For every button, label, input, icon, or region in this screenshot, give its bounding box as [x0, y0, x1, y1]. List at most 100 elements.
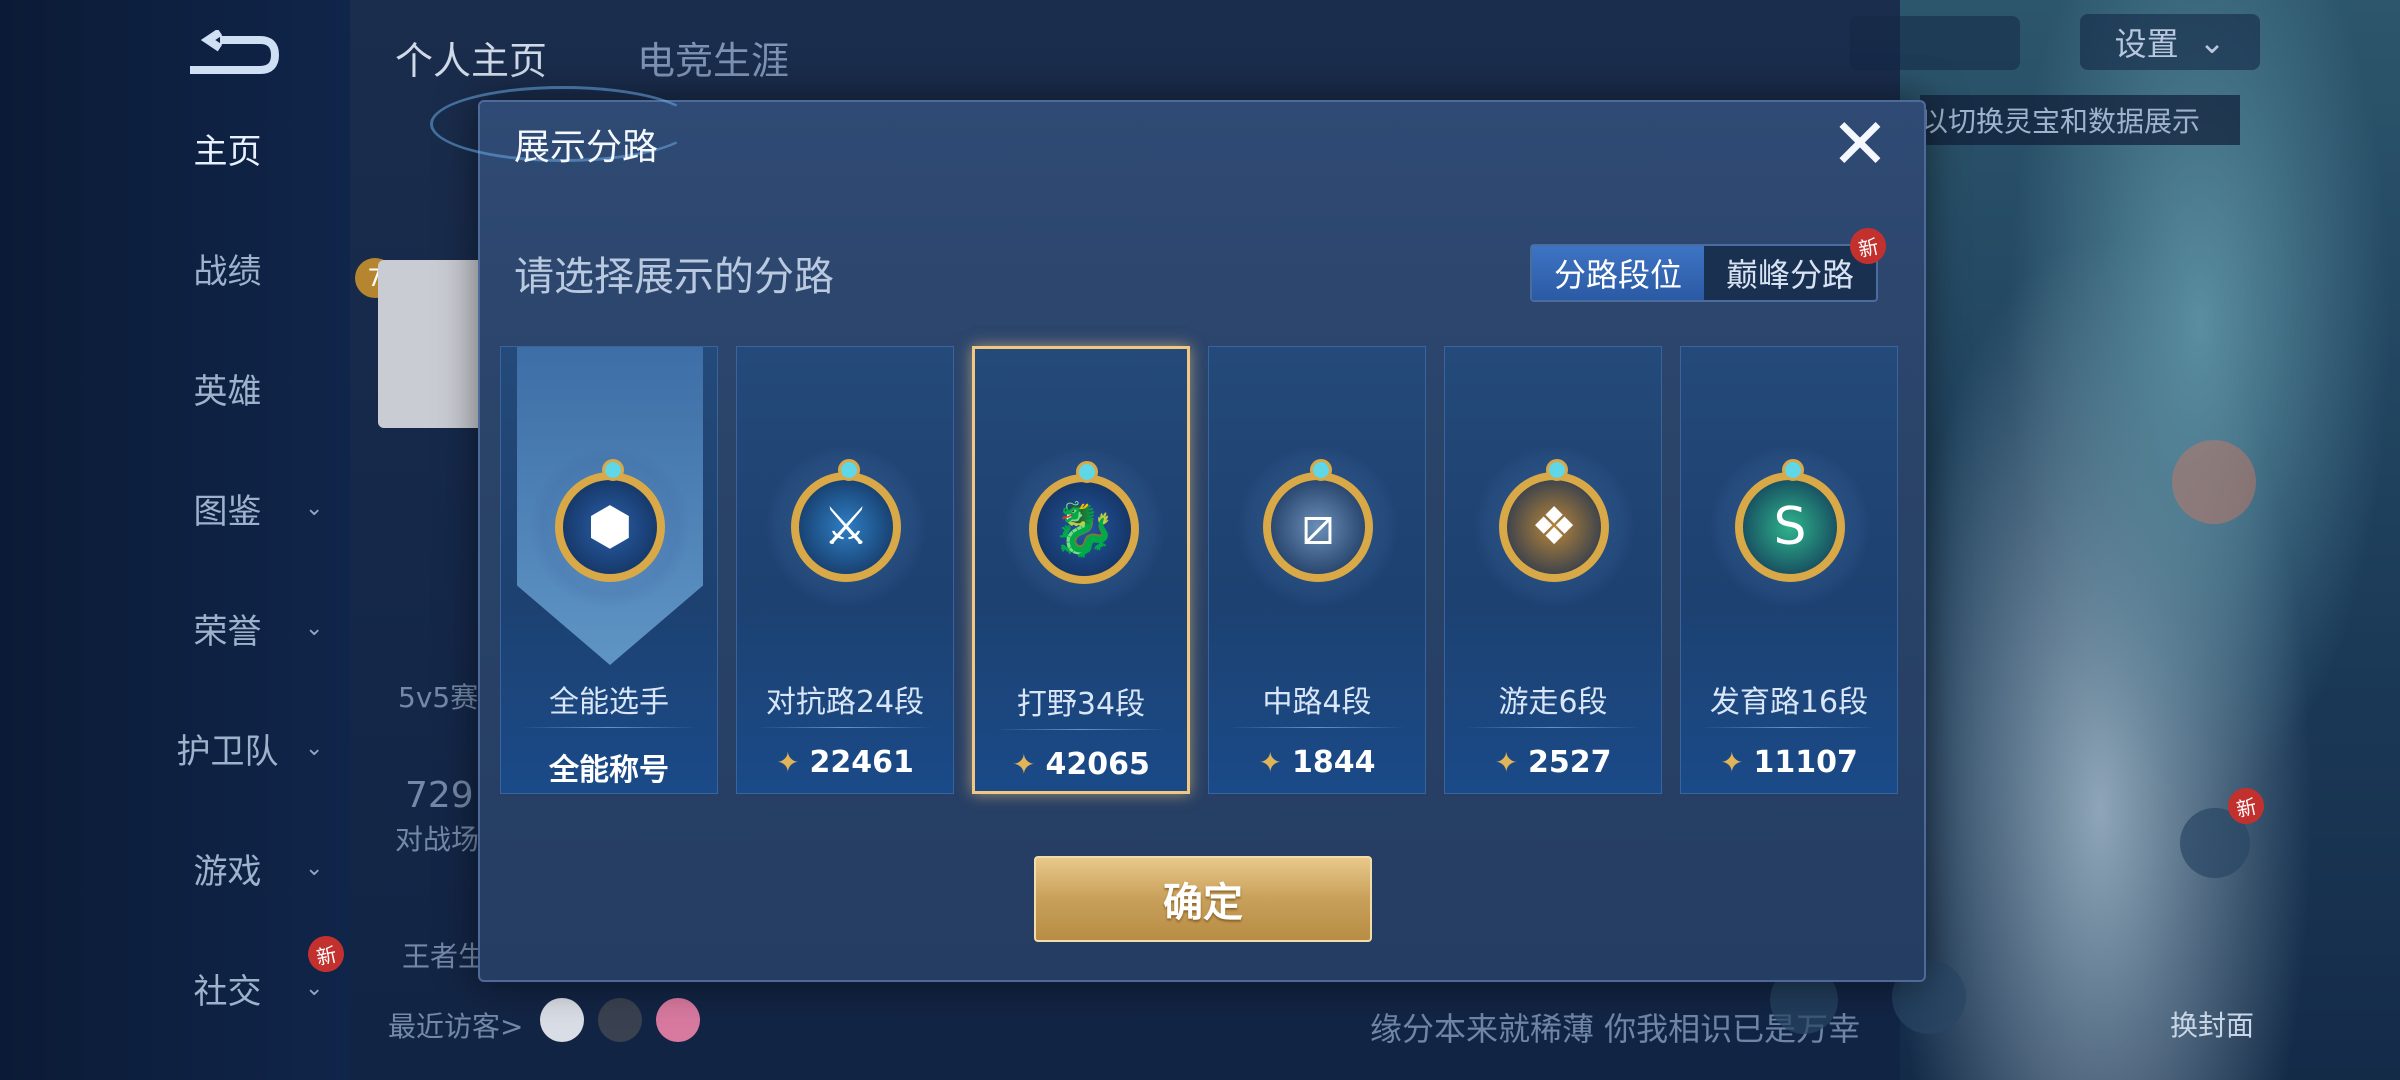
hint-text: 以切换灵宝和数据展示: [1920, 95, 2240, 145]
divider: [1701, 727, 1877, 728]
lane-score: ✦ 42065: [975, 747, 1187, 782]
farm-lane-emblem-icon: S: [1735, 472, 1845, 582]
settings-button[interactable]: 设置 ⌄: [2080, 14, 2260, 70]
settings-label: 设置: [2114, 25, 2179, 63]
lane-card[interactable]: ⬢ 全能选手全能称号: [500, 346, 718, 794]
recent-visitors-link[interactable]: 最近访客>: [388, 1005, 523, 1045]
jungle-emblem-icon: 🐉: [1029, 474, 1139, 584]
avatar[interactable]: [378, 260, 493, 428]
change-cover-button[interactable]: 换封面: [2170, 1004, 2254, 1044]
mode-text: 5v5赛: [398, 681, 479, 714]
sidebar-item[interactable]: 游戏 ⌄: [150, 838, 330, 898]
chevron-down-icon: ⌄: [305, 735, 324, 761]
sidebar-item-label: 护卫队: [176, 731, 279, 772]
lane-card[interactable]: ⧄ 中路4段 ✦ 1844: [1208, 346, 1426, 794]
chevron-down-icon: ⌄: [305, 495, 324, 521]
wang-text: 王者生: [402, 940, 487, 973]
lane-score: ✦ 1844: [1209, 745, 1425, 780]
crest-icon: ✦: [1720, 746, 1744, 779]
lane-card[interactable]: ❖ 游走6段 ✦ 2527: [1444, 346, 1662, 794]
lane-rank-label: 对抗路24段: [765, 685, 925, 720]
confirm-button[interactable]: 确定: [1034, 856, 1372, 942]
sidebar-item[interactable]: 战绩: [150, 238, 330, 298]
clash-lane-emblem-icon: ⚔: [791, 472, 901, 582]
lane-score-value: 11107: [1753, 745, 1858, 780]
lane-card[interactable]: 🐉 打野34段 ✦ 42065: [972, 346, 1190, 794]
lane-card-list: ⬢ 全能选手全能称号 ⚔ 对抗路24段 ✦ 22461 🐉 打野34段 ✦ 42065 ⧄ 中路4段 ✦…: [500, 346, 1898, 794]
dialog-title: 展示分路: [514, 127, 659, 168]
close-icon[interactable]: ✕: [1828, 109, 1892, 179]
lane-rank-label: 打野34段: [1016, 687, 1146, 722]
crest-icon: ✦: [1012, 748, 1036, 781]
gem-icon: [838, 459, 860, 481]
lane-display-dialog: 展示分路 ✕ 请选择展示的分路 分路段位 巅峰分路 新 ⬢ 全能选手全能称号 ⚔ 对抗…: [430, 86, 1926, 982]
visitor-avatar[interactable]: [540, 998, 584, 1042]
sidebar-item[interactable]: 荣誉 ⌄: [150, 598, 330, 658]
toggle-peak-lane[interactable]: 巅峰分路: [1704, 246, 1876, 300]
lane-rank-label: 发育路16段: [1709, 685, 1869, 720]
lane-card[interactable]: S 发育路16段 ✦ 11107: [1680, 346, 1898, 794]
stat-label: 对战场: [395, 823, 480, 856]
sidebar-item[interactable]: 护卫队 ⌄: [150, 718, 330, 778]
crest-icon: ✦: [1258, 746, 1282, 779]
lane-rank-label: 游走6段: [1498, 685, 1608, 720]
side-navigation: 主页 战绩 英雄 图鉴 ⌄ 荣誉 ⌄ 护卫队 ⌄ 游戏 ⌄ 社交 ⌄ 新: [0, 0, 350, 1080]
sidebar-item-label: 社交: [193, 971, 262, 1012]
divider: [521, 727, 697, 728]
back-arrow-icon[interactable]: [180, 30, 280, 80]
divider: [757, 727, 933, 728]
lane-score: 全能称号: [501, 745, 717, 789]
chevron-down-icon: ⌄: [305, 855, 324, 881]
gem-icon: [1310, 459, 1332, 481]
gem-icon: [1076, 461, 1098, 483]
lane-score-value: 2527: [1527, 745, 1612, 780]
tab-personal-home[interactable]: 个人主页: [395, 30, 547, 85]
chevron-down-icon: ⌄: [305, 615, 324, 641]
crest-icon: ✦: [1494, 746, 1518, 779]
sidebar-item-label: 战绩: [193, 251, 262, 292]
gem-icon: [602, 459, 624, 481]
lane-score-value: 42065: [1045, 747, 1150, 782]
divider: [995, 729, 1167, 730]
profile-tabs: 个人主页 电竞生涯: [395, 30, 789, 85]
sidebar-item-label: 英雄: [193, 371, 262, 412]
stat-number: 729: [405, 775, 474, 816]
roam-emblem-icon: ❖: [1499, 472, 1609, 582]
bell-button[interactable]: [1850, 16, 2020, 70]
chevron-down-icon: ⌄: [2198, 23, 2226, 61]
lane-mode-toggle: 分路段位 巅峰分路 新: [1530, 224, 1890, 302]
toggle-lane-rank[interactable]: 分路段位: [1532, 246, 1704, 300]
sidebar-item[interactable]: 社交 ⌄ 新: [150, 932, 348, 1018]
lane-card[interactable]: ⚔ 对抗路24段 ✦ 22461: [736, 346, 954, 794]
gem-icon: [1546, 459, 1568, 481]
visitor-avatar[interactable]: [656, 998, 700, 1042]
sidebar-item[interactable]: 主页: [150, 118, 330, 178]
sidebar-item-label: 荣誉: [193, 611, 262, 652]
lane-score-value: 22461: [809, 745, 914, 780]
sidebar-item-label: 游戏: [193, 851, 262, 892]
dialog-subtitle: 请选择展示的分路: [514, 254, 834, 300]
gem-icon: [1782, 459, 1804, 481]
chevron-down-icon: ⌄: [305, 975, 324, 1001]
hero-artwork: [1900, 0, 2400, 1080]
tab-esports-career[interactable]: 电竞生涯: [637, 30, 789, 85]
lane-score: ✦ 11107: [1681, 745, 1897, 780]
lane-score-value: 全能称号: [549, 753, 669, 788]
sidebar-item[interactable]: 图鉴 ⌄: [150, 478, 330, 538]
sidebar-item-label: 主页: [193, 131, 262, 172]
divider: [1465, 727, 1641, 728]
sidebar-item[interactable]: 英雄: [150, 358, 330, 418]
mid-lane-emblem-icon: ⧄: [1263, 472, 1373, 582]
crest-icon: ✦: [776, 746, 800, 779]
lane-score: ✦ 2527: [1445, 745, 1661, 780]
visitor-avatar[interactable]: [598, 998, 642, 1042]
lane-score-value: 1844: [1291, 745, 1376, 780]
lane-score: ✦ 22461: [737, 745, 953, 780]
lane-rank-label: 全能选手: [549, 685, 669, 720]
divider: [1229, 727, 1405, 728]
lane-rank-label: 中路4段: [1262, 685, 1372, 720]
all-round-emblem-icon: ⬢: [555, 472, 665, 582]
companion-icon[interactable]: [2172, 440, 2256, 524]
sidebar-item-label: 图鉴: [193, 491, 262, 532]
new-badge: 新: [304, 932, 348, 976]
